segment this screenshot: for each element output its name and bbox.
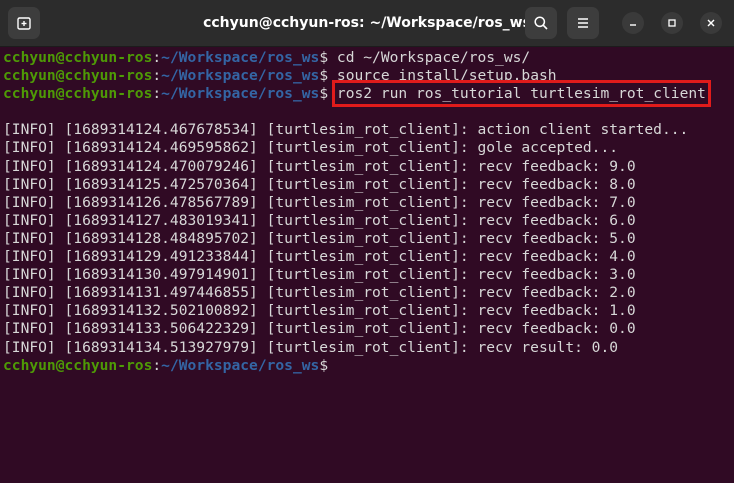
prompt-path: ~/Workspace/ros_ws [161,49,320,66]
terminal-content[interactable]: cchyun@cchyun-ros:~/Workspace/ros_ws$ cd… [3,49,734,483]
output-line: [INFO] [1689314124.470079246] [turtlesim… [3,157,636,175]
command-line: cchyun@cchyun-ros:~/Workspace/ros_ws$ cd… [3,49,734,67]
prompt-separator: : [152,67,162,85]
terminal-window: cchyun@cchyun-ros: ~/Workspace/ros_ws cc… [0,0,734,483]
prompt-separator: : [152,49,162,66]
highlighted-command: ros2 run ros_tutorial turtlesim_rot_clie… [331,80,711,108]
prompt-symbol: $ [319,49,329,66]
prompt-path: ~/Workspace/ros_ws [161,356,320,374]
prompt-separator: : [152,356,162,374]
prompt-user-host: cchyun@cchyun-ros [3,85,153,103]
output-line: [INFO] [1689314124.469595862] [turtlesim… [3,139,619,157]
prompt-user-host: cchyun@cchyun-ros [3,356,153,374]
minimize-button[interactable] [622,12,644,34]
menu-button[interactable] [567,7,599,39]
output-line: [INFO] [1689314125.472570364] [turtlesim… [3,175,636,193]
command-line: cchyun@cchyun-ros:~/Workspace/ros_ws$ ro… [3,80,734,108]
title-bar: cchyun@cchyun-ros: ~/Workspace/ros_ws [0,0,734,47]
command-text: source install/setup.bash [328,67,557,85]
output-line: [INFO] [1689314132.502100892] [turtlesim… [3,302,636,320]
prompt-symbol: $ [319,356,329,374]
output-line: [INFO] [1689314129.491233844] [turtlesim… [3,248,636,266]
hamburger-menu-icon [578,18,588,28]
output-line: [INFO] [1689314133.506422329] [turtlesim… [3,320,636,338]
output-line: [INFO] [1689314131.497446855] [turtlesim… [3,284,636,302]
maximize-icon [668,19,676,27]
output-line: [INFO] [1689314128.484895702] [turtlesim… [3,229,636,247]
search-button[interactable] [525,7,557,39]
prompt-user-host: cchyun@cchyun-ros [3,49,153,66]
window-title: cchyun@cchyun-ros: ~/Workspace/ros_ws [203,15,531,31]
output-line: [INFO] [1689314124.467678534] [turtlesim… [3,121,689,139]
maximize-button[interactable] [661,12,683,34]
output-line: [INFO] [1689314130.497914901] [turtlesim… [3,266,636,284]
current-prompt[interactable]: cchyun@cchyun-ros:~/Workspace/ros_ws$ [3,357,734,375]
search-icon [534,16,548,30]
prompt-separator: : [152,85,162,103]
prompt-symbol: $ [319,85,329,103]
output-line: [INFO] [1689314134.513927979] [turtlesim… [3,338,619,356]
prompt-user-host: cchyun@cchyun-ros [3,67,153,85]
output-line: [INFO] [1689314127.483019341] [turtlesim… [3,211,636,229]
command-line: cchyun@cchyun-ros:~/Workspace/ros_ws$ so… [3,67,734,85]
output-line: [INFO] [1689314126.478567789] [turtlesim… [3,193,636,211]
prompt-path: ~/Workspace/ros_ws [161,85,320,103]
close-icon [707,19,715,27]
new-tab-button[interactable] [8,7,40,39]
close-button[interactable] [700,12,722,34]
command-text: cd ~/Workspace/ros_ws/ [328,49,531,66]
prompt-symbol: $ [319,67,329,85]
prompt-path: ~/Workspace/ros_ws [161,67,320,85]
minimize-icon [630,24,636,26]
new-tab-icon [17,17,31,30]
